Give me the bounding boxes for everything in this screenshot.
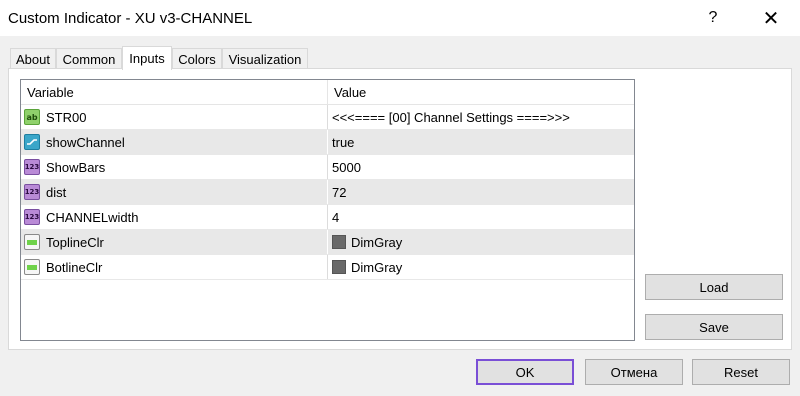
color-icon [24, 234, 40, 250]
table-row[interactable]: 123 dist 72 [21, 180, 634, 205]
value-cell[interactable]: 4 [327, 205, 634, 229]
value-cell[interactable]: true [327, 130, 634, 154]
window-title: Custom Indicator - XU v3-CHANNEL [8, 10, 253, 27]
integer-icon: 123 [24, 209, 40, 225]
variable-name: ShowBars [46, 159, 106, 175]
variable-name: showChannel [46, 134, 125, 150]
bool-icon [24, 134, 40, 150]
save-button[interactable]: Save [645, 314, 783, 340]
grid-header: Variable Value [21, 80, 634, 105]
value-text: true [332, 134, 355, 150]
color-icon [24, 259, 40, 275]
variable-name: BotlineClr [46, 259, 103, 275]
value-text: 5000 [332, 159, 361, 175]
reset-button[interactable]: Reset [692, 359, 790, 385]
variable-name: STR00 [46, 109, 87, 125]
color-swatch [332, 260, 346, 274]
table-row[interactable]: 123 CHANNELwidth 4 [21, 205, 634, 230]
table-row[interactable]: showChannel true [21, 130, 634, 155]
close-button[interactable]: ✕ [748, 0, 794, 36]
value-cell[interactable]: <<<==== [00] Channel Settings ====>>> [327, 105, 634, 129]
table-row[interactable]: ToplineClr DimGray [21, 230, 634, 255]
ok-button[interactable]: OK [476, 359, 574, 385]
tab-about[interactable]: About [10, 48, 56, 69]
tab-common[interactable]: Common [56, 48, 122, 69]
variable-name: CHANNELwidth [46, 209, 139, 225]
value-text: DimGray [351, 259, 403, 275]
table-row[interactable]: ab STR00 <<<==== [00] Channel Settings =… [21, 105, 634, 130]
integer-icon: 123 [24, 159, 40, 175]
tab-colors[interactable]: Colors [172, 48, 222, 69]
value-text: <<<==== [00] Channel Settings ====>>> [332, 109, 570, 125]
value-text: 4 [332, 209, 340, 225]
column-header-value[interactable]: Value [328, 80, 634, 105]
value-text: DimGray [351, 234, 403, 250]
table-row[interactable]: 123 ShowBars 5000 [21, 155, 634, 180]
table-row[interactable]: BotlineClr DimGray [21, 255, 634, 280]
color-swatch [332, 235, 346, 249]
help-button[interactable]: ? [690, 0, 736, 36]
variable-name: dist [46, 184, 67, 200]
load-button[interactable]: Load [645, 274, 783, 300]
value-cell[interactable]: 72 [327, 180, 634, 204]
inputs-panel: Variable Value ab STR00 <<<==== [00] Cha… [8, 68, 792, 350]
value-cell[interactable]: 5000 [327, 155, 634, 179]
value-cell[interactable]: DimGray [327, 230, 634, 254]
column-header-variable[interactable]: Variable [21, 80, 327, 105]
value-text: 72 [332, 184, 347, 200]
string-icon: ab [24, 109, 40, 125]
cancel-button[interactable]: Отмена [585, 359, 683, 385]
value-cell[interactable]: DimGray [327, 255, 634, 279]
variable-name: ToplineClr [46, 234, 104, 250]
title-bar: Custom Indicator - XU v3-CHANNEL ? ✕ [0, 0, 800, 36]
inputs-grid: Variable Value ab STR00 <<<==== [00] Cha… [20, 79, 635, 341]
integer-icon: 123 [24, 184, 40, 200]
tab-inputs[interactable]: Inputs [122, 46, 172, 70]
tab-visualization[interactable]: Visualization [222, 48, 308, 69]
